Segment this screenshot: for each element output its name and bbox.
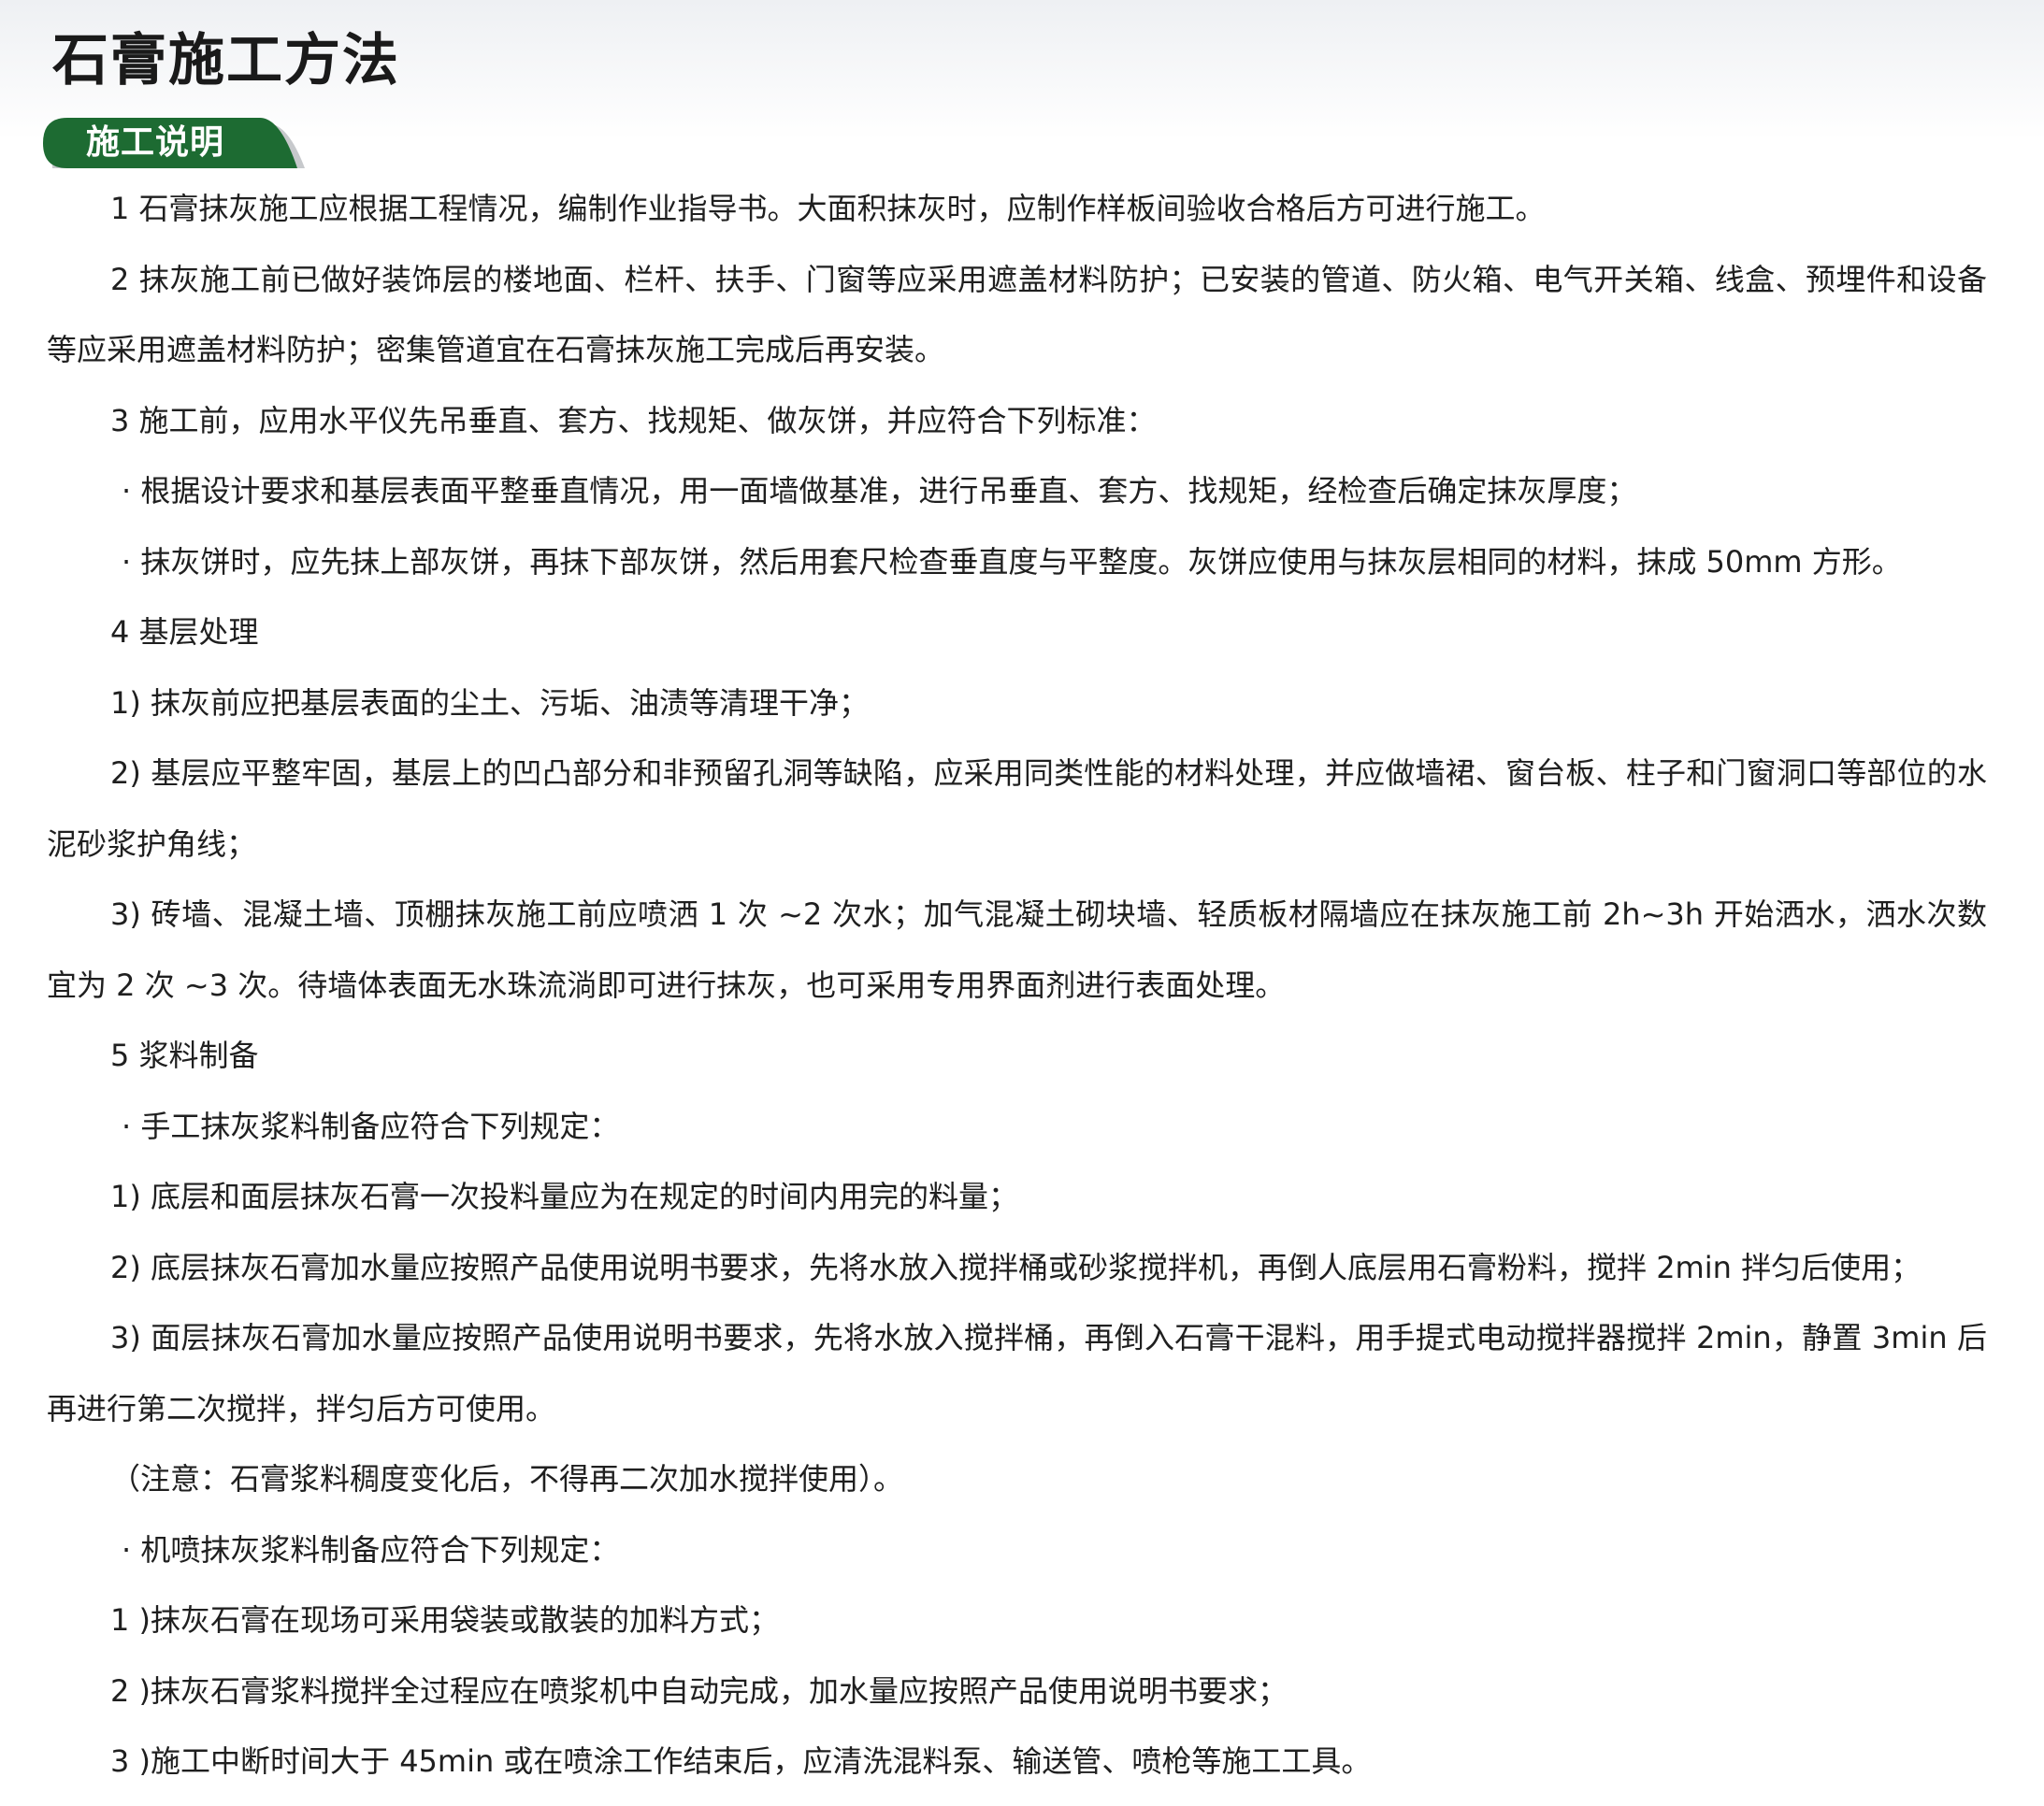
document-page: 石膏施工方法 施工说明 1 石膏抹灰施工应根据工程情况，编制作业指导书。大面积抹… <box>0 0 2044 1806</box>
bullet-item: · 抹灰饼时，应先抹上部灰饼，再抹下部灰饼，然后用套尺检查垂直度与平整度。灰饼应… <box>122 543 1902 580</box>
page-title: 石膏施工方法 <box>52 28 400 93</box>
section-heading: 4 基层处理 <box>110 614 259 650</box>
bullet-item: · 机喷抹灰浆料制备应符合下列规定： <box>122 1531 620 1568</box>
list-item: 3) 面层抹灰石膏加水量应按照产品使用说明书要求，先将水放入搅拌桶，再倒入石膏干… <box>47 1320 1987 1426</box>
list-item: 2) 底层抹灰石膏加水量应按照产品使用说明书要求，先将水放入搅拌桶或砂浆搅拌机，… <box>110 1249 1922 1285</box>
section-tab: 施工说明 <box>43 118 309 168</box>
note: （注意：石膏浆料稠度变化后，不得再二次加水搅拌使用）。 <box>110 1461 904 1497</box>
paragraph: 1 石膏抹灰施工应根据工程情况，编制作业指导书。大面积抹灰时，应制作样板间验收合… <box>110 191 1546 226</box>
list-item: 2 )抹灰石膏浆料搅拌全过程应在喷浆机中自动完成，加水量应按照产品使用说明书要求… <box>110 1672 1288 1709</box>
list-item: 1) 抹灰前应把基层表面的尘土、污垢、油渍等清理干净； <box>110 684 870 721</box>
list-item: 1) 底层和面层抹灰石膏一次投料量应为在规定的时间内用完的料量； <box>110 1179 1019 1214</box>
bullet-item: · 手工抹灰浆料制备应符合下列规定： <box>122 1108 620 1144</box>
list-item: 2) 基层应平整牢固，基层上的凹凸部分和非预留孔洞等缺陷，应采用同类性能的材料处… <box>47 755 1987 862</box>
paragraph: 2 抹灰施工前已做好装饰层的楼地面、栏杆、扶手、门窗等应采用遮盖材料防护；已安装… <box>47 261 1987 368</box>
bullet-item: · 根据设计要求和基层表面平整垂直情况，用一面墙做基准，进行吊垂直、套方、找规矩… <box>122 473 1637 509</box>
list-item: 1 )抹灰石膏在现场可采用袋装或散装的加料方式； <box>110 1602 780 1638</box>
list-item: 3 )施工中断时间大于 45min 或在喷涂工作结束后，应清洗混料泵、输送管、喷… <box>110 1743 1372 1779</box>
instructions-body: 1 石膏抹灰施工应根据工程情况，编制作业指导书。大面积抹灰时，应制作样板间验收合… <box>47 174 1987 1798</box>
paragraph: 3 施工前，应用水平仪先吊垂直、套方、找规矩、做灰饼，并应符合下列标准： <box>110 402 1157 438</box>
section-heading: 5 浆料制备 <box>110 1038 259 1073</box>
list-item: 3) 砖墙、混凝土墙、顶棚抹灰施工前应喷洒 1 次 ~2 次水；加气混凝土砌块墙… <box>47 896 1987 1003</box>
section-label: 施工说明 <box>86 123 225 162</box>
